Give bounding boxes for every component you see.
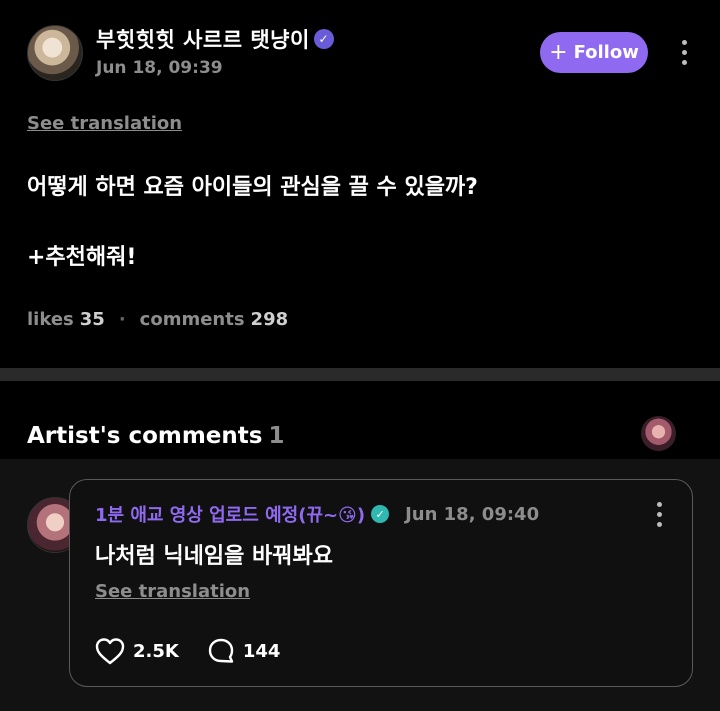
artist-comments-header: Artist's comments 1 [0,381,720,459]
reply-count: 144 [242,640,281,662]
post-stats: likes 35 · comments 298 [27,309,288,330]
likes-count: 35 [79,309,105,330]
author-avatar[interactable] [27,25,83,81]
artist-comments-label: Artist's comments [27,423,263,449]
comment-bubble-icon [208,638,234,663]
comment-actions: 2.5K 144 [95,637,308,665]
check-badge-icon: ✓ [371,505,390,523]
post-author[interactable]: 부힛힛힛 사르르 탯냥이 ✓ [96,24,334,54]
likes-label: likes [27,309,74,330]
verified-badge-icon: ✓ [313,29,334,49]
artist-comments-title: Artist's comments 1 [27,423,285,449]
post-author-name[interactable]: 부힛힛힛 사르르 탯냥이 [96,24,310,54]
comment-timestamp: Jun 18, 09:40 [405,503,540,525]
plus-icon: + [549,39,568,65]
see-translation-link[interactable]: See translation [95,581,250,602]
like-button[interactable]: 2.5K [95,637,179,665]
comments-area: 1분 애교 영상 업로드 예정(뀨~😘) ✓ Jun 18, 09:40 나처럼… [0,459,720,711]
like-count: 2.5K [133,640,179,662]
artist-avatar[interactable] [641,416,676,451]
comment-author-name[interactable]: 1분 애교 영상 업로드 예정(뀨~😘) [95,501,365,527]
reply-button[interactable]: 144 [207,637,281,665]
comments-count: 298 [250,309,289,330]
see-translation-link[interactable]: See translation [27,113,182,134]
post-body-line: 어떻게 하면 요즘 아이들의 관심을 끌 수 있을까? [27,175,478,200]
comments-label: comments [139,309,245,330]
post: 부힛힛힛 사르르 탯냥이 ✓ Jun 18, 09:39 + Follow Se… [0,0,720,368]
artist-comments-count: 1 [268,423,285,449]
heart-icon [95,638,125,665]
follow-button[interactable]: + Follow [540,32,648,73]
post-body: 어떻게 하면 요즘 아이들의 관심을 끌 수 있을까? +추천해줘! [27,170,478,275]
post-body-line: +추천해줘! [27,245,137,270]
post-timestamp: Jun 18, 09:39 [96,58,223,78]
section-divider [0,368,720,381]
follow-label: Follow [573,42,639,63]
more-vertical-icon[interactable] [681,40,687,65]
stats-separator: · [118,309,126,330]
more-vertical-icon[interactable] [656,502,662,527]
comment-text: 나처럼 닉네임을 바꿔봐요 [95,544,333,569]
comment-author[interactable]: 1분 애교 영상 업로드 예정(뀨~😘) ✓ Jun 18, 09:40 [95,501,539,527]
